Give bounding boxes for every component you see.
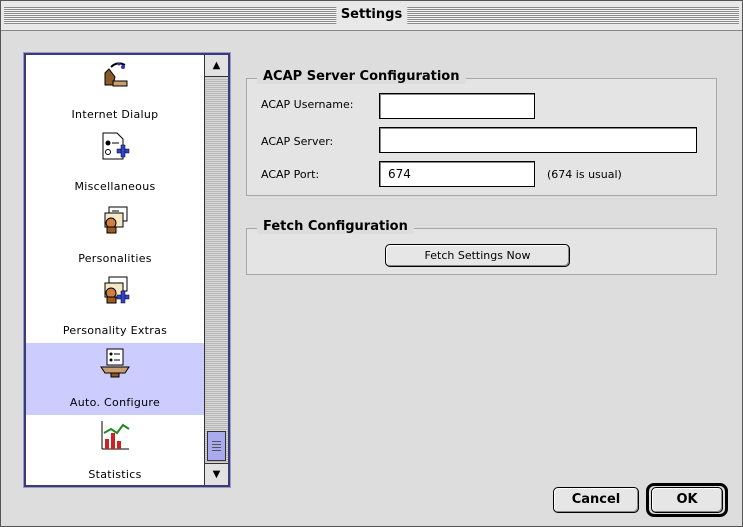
- category-list-items: Internet Dialup Miscellaneous Personalit…: [26, 55, 204, 485]
- fetch-settings-now-button[interactable]: Fetch Settings Now: [385, 244, 570, 267]
- acap-port-hint: (674 is usual): [547, 168, 622, 181]
- auto-configure-icon: [99, 347, 131, 379]
- cancel-button[interactable]: Cancel: [553, 487, 639, 513]
- scroll-down-arrow-icon[interactable]: ▼: [205, 463, 228, 485]
- chart-icon: [99, 419, 131, 451]
- acap-username-input[interactable]: [379, 93, 535, 119]
- settings-window: Settings Internet Dialup Miscellaneous P…: [0, 0, 743, 527]
- sidebar-item-miscellaneous[interactable]: Miscellaneous: [26, 127, 204, 199]
- envelope-person-icon: [99, 203, 131, 235]
- ok-button[interactable]: OK: [651, 487, 723, 513]
- sidebar-item-label: Personalities: [78, 252, 152, 265]
- sidebar-item-personality-extras[interactable]: Personality Extras: [26, 271, 204, 343]
- envelope-person-plus-icon: [99, 275, 131, 307]
- acap-username-label: ACAP Username:: [261, 98, 354, 111]
- document-plus-icon: [99, 131, 131, 163]
- phone-dialup-icon: [99, 59, 131, 91]
- scroll-thumb[interactable]: [207, 431, 226, 461]
- fetch-group-title: Fetch Configuration: [257, 219, 414, 234]
- sidebar-item-label: Statistics: [88, 468, 142, 481]
- title-bar[interactable]: Settings: [1, 1, 742, 31]
- sidebar-item-label: Internet Dialup: [71, 108, 159, 121]
- window-title: Settings: [335, 5, 408, 25]
- acap-server-input[interactable]: [379, 127, 697, 153]
- acap-group-title: ACAP Server Configuration: [257, 69, 466, 84]
- sidebar-item-personalities[interactable]: Personalities: [26, 199, 204, 271]
- acap-port-label: ACAP Port:: [261, 168, 320, 181]
- sidebar-item-label: Miscellaneous: [74, 180, 156, 193]
- grip-lines-icon: [212, 441, 221, 451]
- settings-category-list[interactable]: Internet Dialup Miscellaneous Personalit…: [23, 52, 231, 488]
- sidebar-item-auto-configure[interactable]: Auto. Configure: [26, 343, 204, 415]
- acap-port-input[interactable]: 674: [379, 161, 535, 187]
- scroll-up-arrow-icon[interactable]: ▲: [205, 55, 228, 77]
- fetch-config-group: Fetch Configuration Fetch Settings Now: [246, 219, 717, 275]
- sidebar-item-statistics[interactable]: Statistics: [26, 415, 204, 485]
- sidebar-item-internet-dialup[interactable]: Internet Dialup: [26, 55, 204, 127]
- scroll-track[interactable]: [205, 78, 228, 462]
- acap-config-group: ACAP Server Configuration ACAP Username:…: [246, 69, 717, 196]
- sidebar-item-label: Auto. Configure: [69, 396, 161, 409]
- acap-server-label: ACAP Server:: [261, 135, 334, 148]
- sidebar-item-label: Personality Extras: [62, 324, 168, 337]
- category-list-scrollbar[interactable]: ▲ ▼: [204, 55, 228, 485]
